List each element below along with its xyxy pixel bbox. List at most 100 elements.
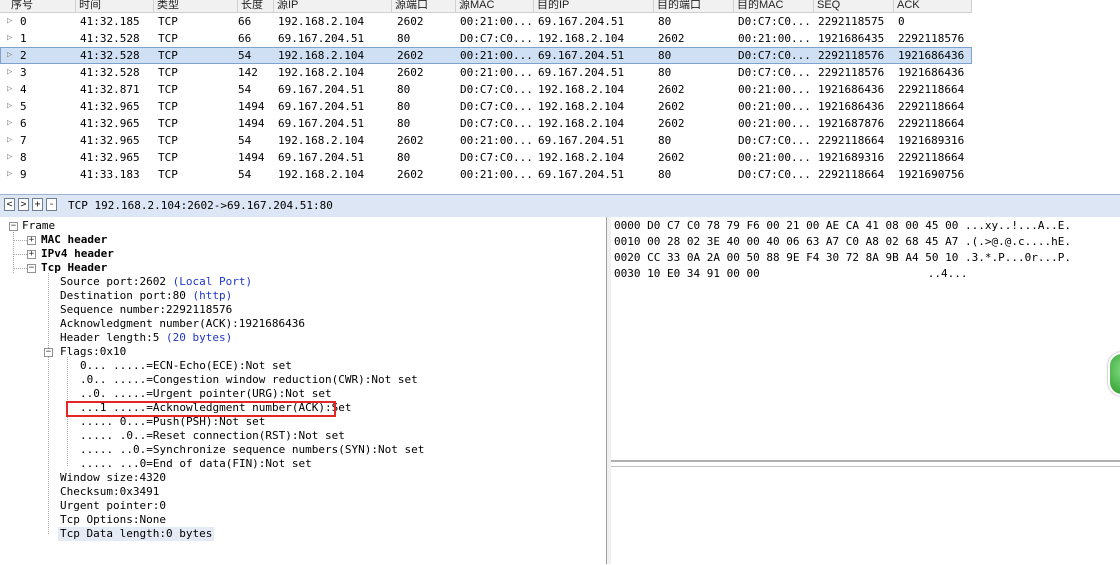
- hex-row: 0030 10 E0 34 91 00 00 ..4...: [614, 267, 967, 281]
- column-header-seq[interactable]: SEQ: [814, 0, 894, 12]
- hex-ascii: .3.*.P...0r...P.: [965, 251, 1071, 264]
- tree-node-sequence-number[interactable]: Sequence number:2292118576: [60, 303, 232, 317]
- tree-node-urgent-pointer[interactable]: Urgent pointer:0: [60, 499, 166, 513]
- packet-row[interactable]: ▷ 4 41:32.871 TCP 54 69.167.204.51 80 D0:C7:C0.…: [0, 81, 972, 98]
- tree-node-flags[interactable]: Flags:0x10: [60, 345, 126, 359]
- hex-dump-pane[interactable]: 0000 D0 C7 C0 78 79 F6 00 21 00 AE CA 41…: [611, 217, 1120, 462]
- secondary-pane[interactable]: [611, 466, 1120, 565]
- packet-cell-time: 41:32.528: [80, 32, 140, 45]
- packet-cell-src-port: 80: [397, 83, 411, 96]
- packet-row[interactable]: ▷ 3 41:32.528 TCP 142 192.168.2.104 2602 00:21:…: [0, 64, 972, 81]
- tree-node-checksum[interactable]: Checksum:0x3491: [60, 485, 159, 499]
- row-expand-icon[interactable]: ▷: [7, 64, 12, 81]
- hex-offset: 0020: [614, 251, 641, 264]
- packet-list[interactable]: 序号 时间 类型 长度 源IP 源端口 源MAC 目的IP 目的端口 目的MAC…: [0, 0, 1120, 190]
- tree-node-flag-rst[interactable]: ..... .0..=Reset connection(RST):Not set: [80, 429, 345, 443]
- expand-ipv4-header-icon[interactable]: +: [27, 250, 36, 259]
- packet-cell-len: 54: [238, 83, 252, 96]
- packet-cell-type: TCP: [158, 83, 178, 96]
- tree-node-tcp-header[interactable]: Tcp Header: [41, 261, 107, 275]
- packet-cell-dst-port: 2602: [658, 83, 685, 96]
- packet-row[interactable]: ▷ 5 41:32.965 TCP 1494 69.167.204.51 80 D0:C7:C…: [0, 98, 972, 115]
- packet-cell-src-mac: D0:C7:C0...: [460, 32, 533, 45]
- tree-node-header-length[interactable]: Header length:5 (20 bytes): [60, 331, 232, 345]
- row-expand-icon[interactable]: ▷: [7, 98, 12, 115]
- expand-all-button[interactable]: +: [32, 198, 43, 211]
- packet-detail-tree[interactable]: − Frame + MAC header + IPv4 header − Tcp…: [0, 217, 607, 564]
- row-expand-icon[interactable]: ▷: [7, 115, 12, 132]
- packet-row[interactable]: ▷ 6 41:32.965 TCP 1494 69.167.204.51 80 D0:C7:C…: [0, 115, 972, 132]
- collapse-tcp-header-icon[interactable]: −: [27, 264, 36, 273]
- packet-cell-seq: 1921686435: [818, 32, 885, 45]
- collapse-all-button[interactable]: -: [46, 198, 57, 211]
- column-header-src-mac[interactable]: 源MAC: [456, 0, 534, 12]
- packet-row-partial[interactable]: [0, 183, 972, 189]
- packet-cell-ack: 1921686436: [898, 66, 965, 79]
- packet-cell-dst-ip: 69.167.204.51: [538, 15, 625, 28]
- column-header-src-ip[interactable]: 源IP: [274, 0, 392, 12]
- packet-cell-seq: 1921687876: [818, 117, 885, 130]
- packet-row[interactable]: ▷ 9 41:33.183 TCP 54 192.168.2.104 2602 00:21:0…: [0, 166, 972, 183]
- column-header-time[interactable]: 时间: [76, 0, 154, 12]
- row-expand-icon[interactable]: ▷: [7, 13, 12, 30]
- column-header-ack[interactable]: ACK: [894, 0, 972, 12]
- packet-cell-src-mac: 00:21:00...: [460, 15, 533, 28]
- tree-node-flag-urg[interactable]: ..0. .....=Urgent pointer(URG):Not set: [80, 387, 332, 401]
- tree-node-window-size[interactable]: Window size:4320: [60, 471, 166, 485]
- packet-cell-ack: 1921689316: [898, 134, 965, 147]
- tree-node-frame[interactable]: Frame: [22, 219, 55, 233]
- destination-port-value: Destination port:80: [60, 289, 186, 302]
- tree-connector: [13, 254, 27, 255]
- tree-node-flag-syn[interactable]: ..... ..0.=Synchronize sequence numbers(…: [80, 443, 424, 457]
- tree-node-mac-header[interactable]: MAC header: [41, 233, 107, 247]
- packet-cell-src-mac: 00:21:00...: [460, 66, 533, 79]
- column-header-no[interactable]: 序号: [8, 0, 76, 12]
- packet-row[interactable]: ▷ 7 41:32.965 TCP 54 192.168.2.104 2602 00:21:0…: [0, 132, 972, 149]
- tree-connector: [13, 229, 14, 273]
- tree-node-flag-cwr[interactable]: .0.. .....=Congestion window reduction(C…: [80, 373, 418, 387]
- hex-bytes: 00 28 02 3E 40 00 40 06 63 A7 C0 A8 02 6…: [647, 235, 959, 248]
- packet-row[interactable]: ▷ 8 41:32.965 TCP 1494 69.167.204.51 80 D0:C7:C…: [0, 149, 972, 166]
- tree-node-ipv4-header[interactable]: IPv4 header: [41, 247, 114, 261]
- tree-node-flag-ece[interactable]: 0... .....=ECN-Echo(ECE):Not set: [80, 359, 292, 373]
- column-header-dst-port[interactable]: 目的端口: [654, 0, 734, 12]
- hex-bytes: CC 33 0A 2A 00 50 88 9E F4 30 72 8A 9B A…: [647, 251, 959, 264]
- row-expand-icon[interactable]: ▷: [7, 132, 12, 149]
- collapse-flags-icon[interactable]: −: [44, 348, 53, 357]
- packet-cell-dst-mac: 00:21:00...: [738, 100, 811, 113]
- packet-cell-ack: 2292118576: [898, 32, 965, 45]
- prev-button[interactable]: <: [4, 198, 15, 211]
- tree-node-acknowledgment-number[interactable]: Acknowledgment number(ACK):1921686436: [60, 317, 305, 331]
- packet-cell-src-port: 80: [397, 151, 411, 164]
- row-expand-icon[interactable]: ▷: [7, 149, 12, 166]
- column-header-length[interactable]: 长度: [238, 0, 274, 12]
- tree-node-tcp-options[interactable]: Tcp Options:None: [60, 513, 166, 527]
- tree-node-flag-fin[interactable]: ..... ...0=End of data(FIN):Not set: [80, 457, 312, 471]
- row-expand-icon[interactable]: ▷: [7, 166, 12, 183]
- packet-cell-time: 41:32.185: [80, 15, 140, 28]
- row-expand-icon[interactable]: ▷: [7, 47, 12, 64]
- floating-widget-icon[interactable]: [1108, 352, 1120, 396]
- packet-cell-dst-ip: 192.168.2.104: [538, 117, 625, 130]
- hex-offset: 0010: [614, 235, 641, 248]
- column-header-type[interactable]: 类型: [154, 0, 238, 12]
- packet-row[interactable]: ▷ 1 41:32.528 TCP 66 69.167.204.51 80 D0:C7:C0.…: [0, 30, 972, 47]
- row-expand-icon[interactable]: ▷: [7, 30, 12, 47]
- packet-cell-src-mac: D0:C7:C0...: [460, 151, 533, 164]
- column-header-src-port[interactable]: 源端口: [392, 0, 456, 12]
- packet-cell-len: 1494: [238, 100, 265, 113]
- packet-cell-dst-ip: 192.168.2.104: [538, 100, 625, 113]
- row-expand-icon[interactable]: ▷: [7, 81, 12, 98]
- tree-node-destination-port[interactable]: Destination port:80 (http): [60, 289, 232, 303]
- column-header-dst-ip[interactable]: 目的IP: [534, 0, 654, 12]
- packet-row[interactable]: ▷ 0 41:32.185 TCP 66 192.168.2.104 2602 00:21:0…: [0, 13, 972, 30]
- packet-cell-seq: 2292118664: [818, 168, 885, 181]
- next-button[interactable]: >: [18, 198, 29, 211]
- collapse-frame-icon[interactable]: −: [9, 222, 18, 231]
- tree-node-flag-psh[interactable]: ..... 0...=Push(PSH):Not set: [80, 415, 265, 429]
- column-header-dst-mac[interactable]: 目的MAC: [734, 0, 814, 12]
- tree-node-source-port[interactable]: Source port:2602 (Local Port): [60, 275, 252, 289]
- expand-mac-header-icon[interactable]: +: [27, 236, 36, 245]
- tree-node-tcp-data-length[interactable]: Tcp Data length:0 bytes: [58, 527, 215, 541]
- packet-row[interactable]: ▷ 2 41:32.528 TCP 54 192.168.2.104 2602 00:21:0…: [0, 47, 972, 64]
